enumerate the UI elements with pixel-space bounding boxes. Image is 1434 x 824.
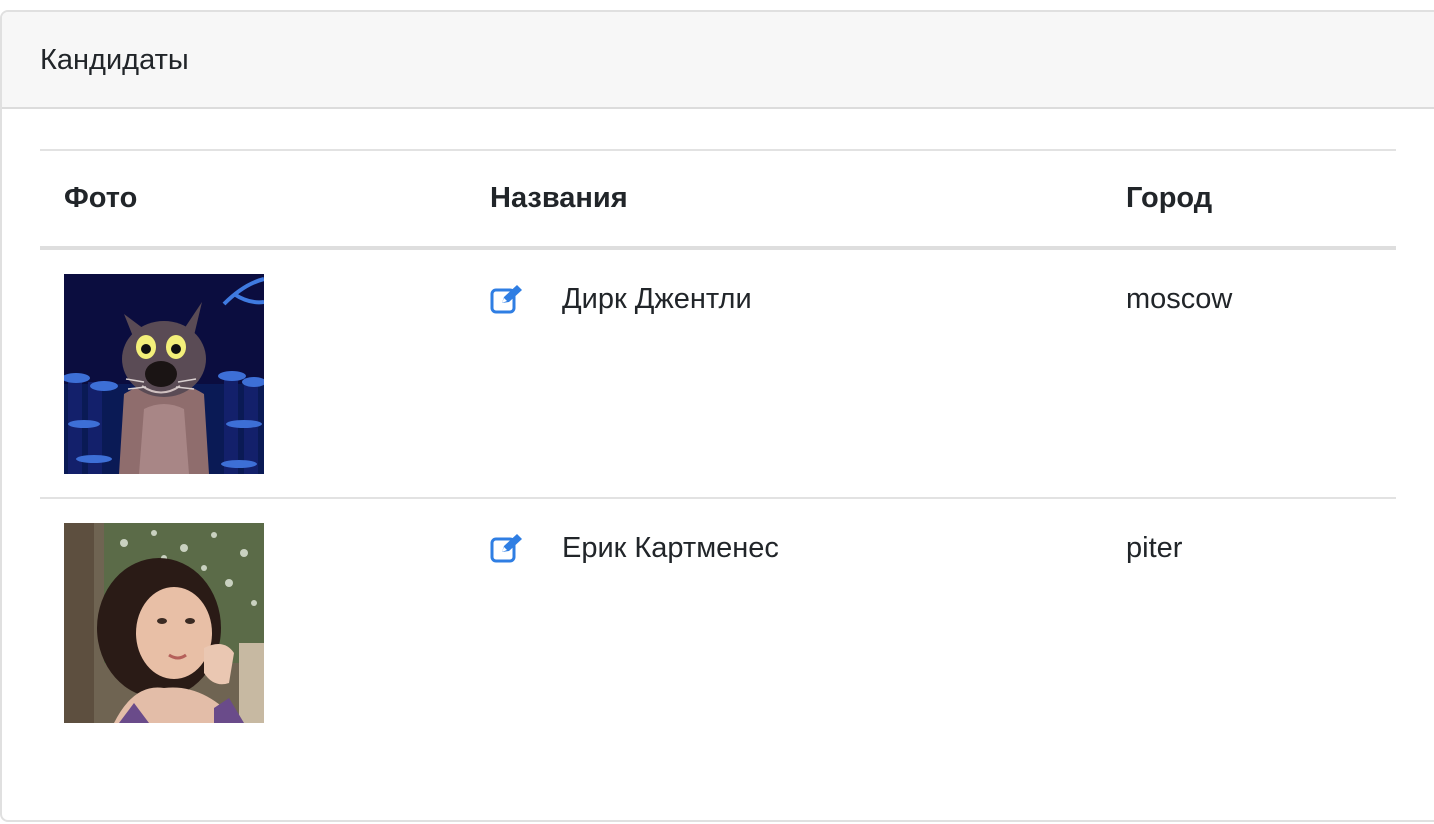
photo-cell: [40, 498, 466, 748]
name-cell: Ерик Картменес: [466, 498, 1102, 748]
table-row: Ерик Картменес piter: [40, 498, 1396, 748]
column-header-photo: Фото: [64, 182, 138, 214]
candidates-card: Кандидаты Фото Названия Город Дирк Джент…: [0, 10, 1434, 822]
candidate-city: piter: [1126, 532, 1183, 564]
city-cell: moscow: [1102, 248, 1396, 498]
photo-cell: [40, 248, 466, 498]
table-header-row: Фото Названия Город: [40, 150, 1396, 248]
candidate-city: moscow: [1126, 283, 1233, 315]
woman-portrait-photo: [64, 523, 264, 723]
column-header-city: Город: [1126, 182, 1213, 214]
candidates-table: Фото Названия Город Дирк Джентли moscow …: [40, 149, 1396, 748]
edit-icon[interactable]: [490, 284, 524, 314]
wolf-cartoon-photo: [64, 274, 264, 474]
card-body: Фото Названия Город Дирк Джентли moscow …: [2, 109, 1434, 748]
name-cell: Дирк Джентли: [466, 248, 1102, 498]
edit-icon[interactable]: [490, 533, 524, 563]
candidate-name[interactable]: Дирк Джентли: [562, 274, 752, 324]
card-header: Кандидаты: [2, 12, 1434, 109]
city-cell: piter: [1102, 498, 1396, 748]
column-header-name: Названия: [490, 182, 628, 214]
candidate-name[interactable]: Ерик Картменес: [562, 523, 779, 573]
table-row: Дирк Джентли moscow: [40, 248, 1396, 498]
card-title: Кандидаты: [40, 44, 189, 76]
